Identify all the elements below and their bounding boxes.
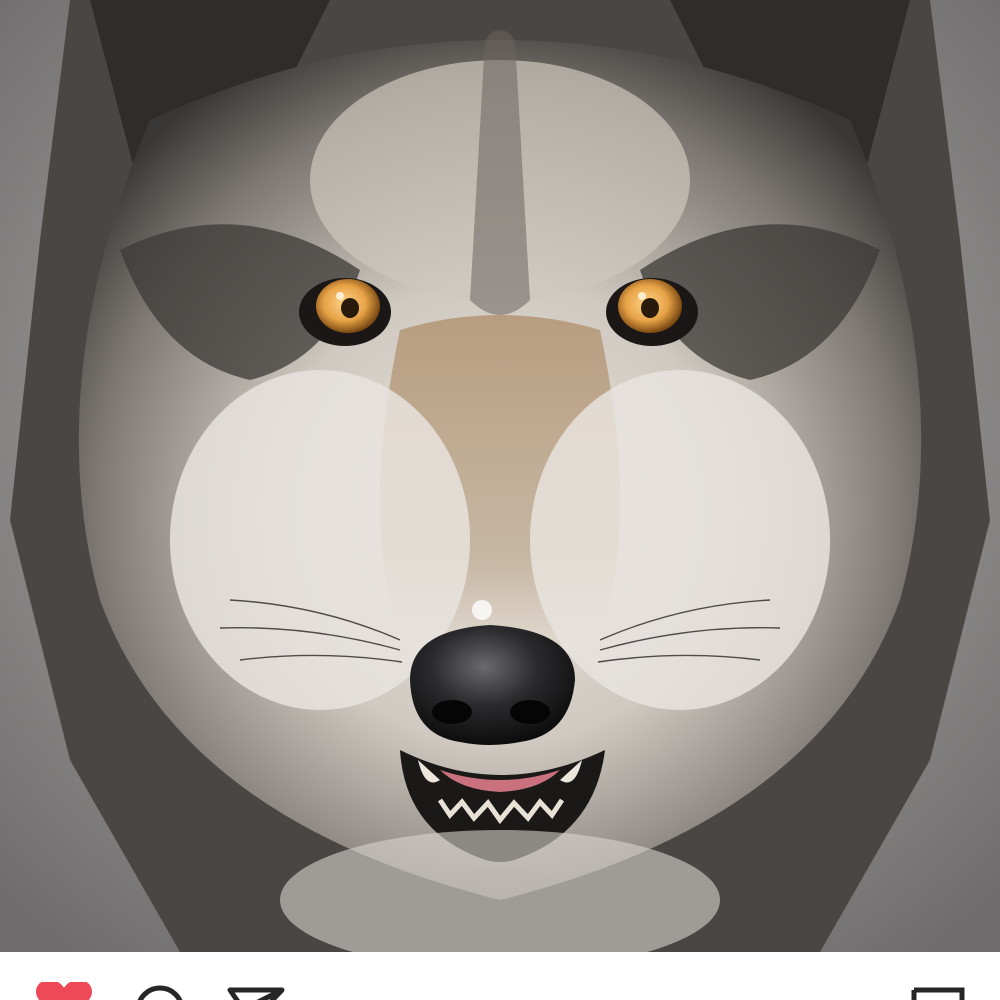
comment-button[interactable] (130, 982, 194, 1000)
wolf-left-eye (299, 278, 391, 346)
like-button[interactable] (32, 982, 96, 1000)
save-button[interactable] (906, 982, 970, 1000)
post-image[interactable] (0, 0, 1000, 952)
wolf-right-eye (606, 278, 698, 346)
post-action-bar (0, 952, 1000, 1000)
paper-plane-icon (227, 987, 285, 1000)
heart-icon (36, 982, 92, 1000)
speech-bubble-icon (137, 985, 183, 1000)
share-button[interactable] (224, 982, 288, 1000)
bookmark-icon (911, 987, 965, 1000)
